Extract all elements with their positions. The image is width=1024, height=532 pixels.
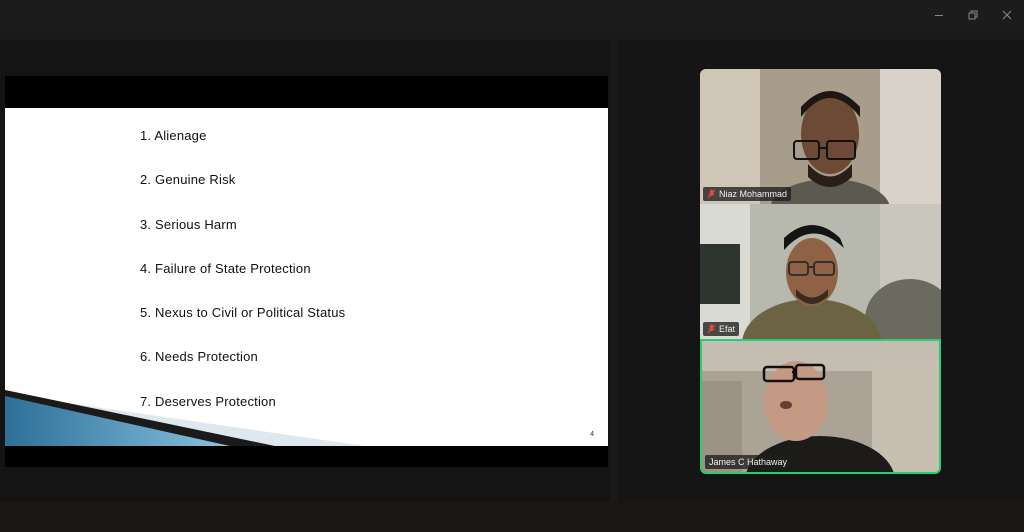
title-bar [0, 0, 1024, 32]
participant-name: James C Hathaway [709, 457, 788, 467]
slide-item: 2. Genuine Risk [140, 172, 236, 188]
participant-name-tag: James C Hathaway [705, 455, 792, 469]
mic-muted-icon [707, 189, 716, 199]
presentation-slide: 1. Alienage 2. Genuine Risk 3. Serious H… [5, 108, 608, 446]
slide-item: 4. Failure of State Protection [140, 260, 311, 276]
participant-name: Niaz Mohammad [719, 189, 788, 199]
mic-muted-icon [707, 324, 716, 334]
close-icon[interactable] [996, 5, 1018, 25]
participant-name-tag: Niaz Mohammad [703, 187, 792, 201]
slide-item: 3. Serious Harm [140, 216, 237, 232]
bottom-bar [0, 502, 1024, 532]
participant-video [702, 341, 939, 472]
participant-name-tag: Efat [703, 322, 740, 336]
participant-video [700, 69, 941, 204]
slide-decoration-swoosh [5, 390, 365, 446]
participant-video-tile[interactable]: Niaz Mohammad [700, 69, 941, 204]
slide-item: 5. Nexus to Civil or Political Status [140, 305, 346, 321]
participant-name: Efat [719, 324, 736, 334]
slide-page-number: 4 [590, 431, 594, 438]
slide-item: 1. Alienage [140, 128, 207, 143]
minimize-icon[interactable] [928, 5, 950, 25]
participant-video-tile[interactable]: Efat [700, 204, 941, 339]
restore-icon[interactable] [962, 5, 984, 25]
participant-video [700, 204, 941, 339]
participant-video-tile-active-speaker[interactable]: James C Hathaway [700, 339, 941, 474]
